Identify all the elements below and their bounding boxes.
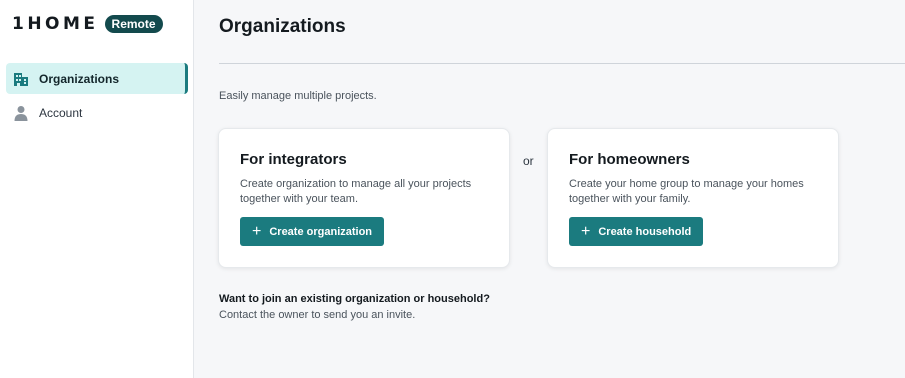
page-subtitle: Easily manage multiple projects. <box>219 90 377 102</box>
card-title: For homeowners <box>569 151 690 168</box>
brand-logo[interactable]: 1HOME <box>12 14 99 34</box>
card-description: Create organization to manage all your p… <box>240 178 472 205</box>
integrators-card: For integrators Create organization to m… <box>218 128 510 268</box>
sidebar-nav: Organizations Account <box>6 63 188 131</box>
sidebar-item-organizations[interactable]: Organizations <box>6 63 188 94</box>
main-content: Organizations Easily manage multiple pro… <box>195 0 905 378</box>
brand[interactable]: 1HOME Remote <box>12 14 163 34</box>
remote-badge: Remote <box>104 15 163 33</box>
card-description: Create your home group to manage your ho… <box>569 178 804 205</box>
user-icon <box>13 105 29 121</box>
plus-icon: + <box>252 222 262 240</box>
join-title: Want to join an existing organization or… <box>219 293 490 305</box>
sidebar-item-label: Organizations <box>39 71 120 86</box>
sidebar-item-label: Account <box>39 105 83 120</box>
join-description: Contact the owner to send you an invite. <box>219 309 416 321</box>
homeowners-card: For homeowners Create your home group to… <box>547 128 839 268</box>
building-icon <box>13 71 29 87</box>
sidebar-item-account[interactable]: Account <box>6 97 188 128</box>
button-label: Create household <box>598 225 692 238</box>
create-organization-button[interactable]: + Create organization <box>240 217 385 246</box>
button-label: Create organization <box>269 225 373 238</box>
create-household-button[interactable]: + Create household <box>569 217 704 246</box>
title-divider <box>219 63 905 64</box>
card-title: For integrators <box>240 151 347 168</box>
sidebar: 1HOME Remote Organizations Account <box>0 0 194 378</box>
or-separator: or <box>523 154 534 168</box>
plus-icon: + <box>581 222 591 240</box>
page-title: Organizations <box>219 16 346 37</box>
